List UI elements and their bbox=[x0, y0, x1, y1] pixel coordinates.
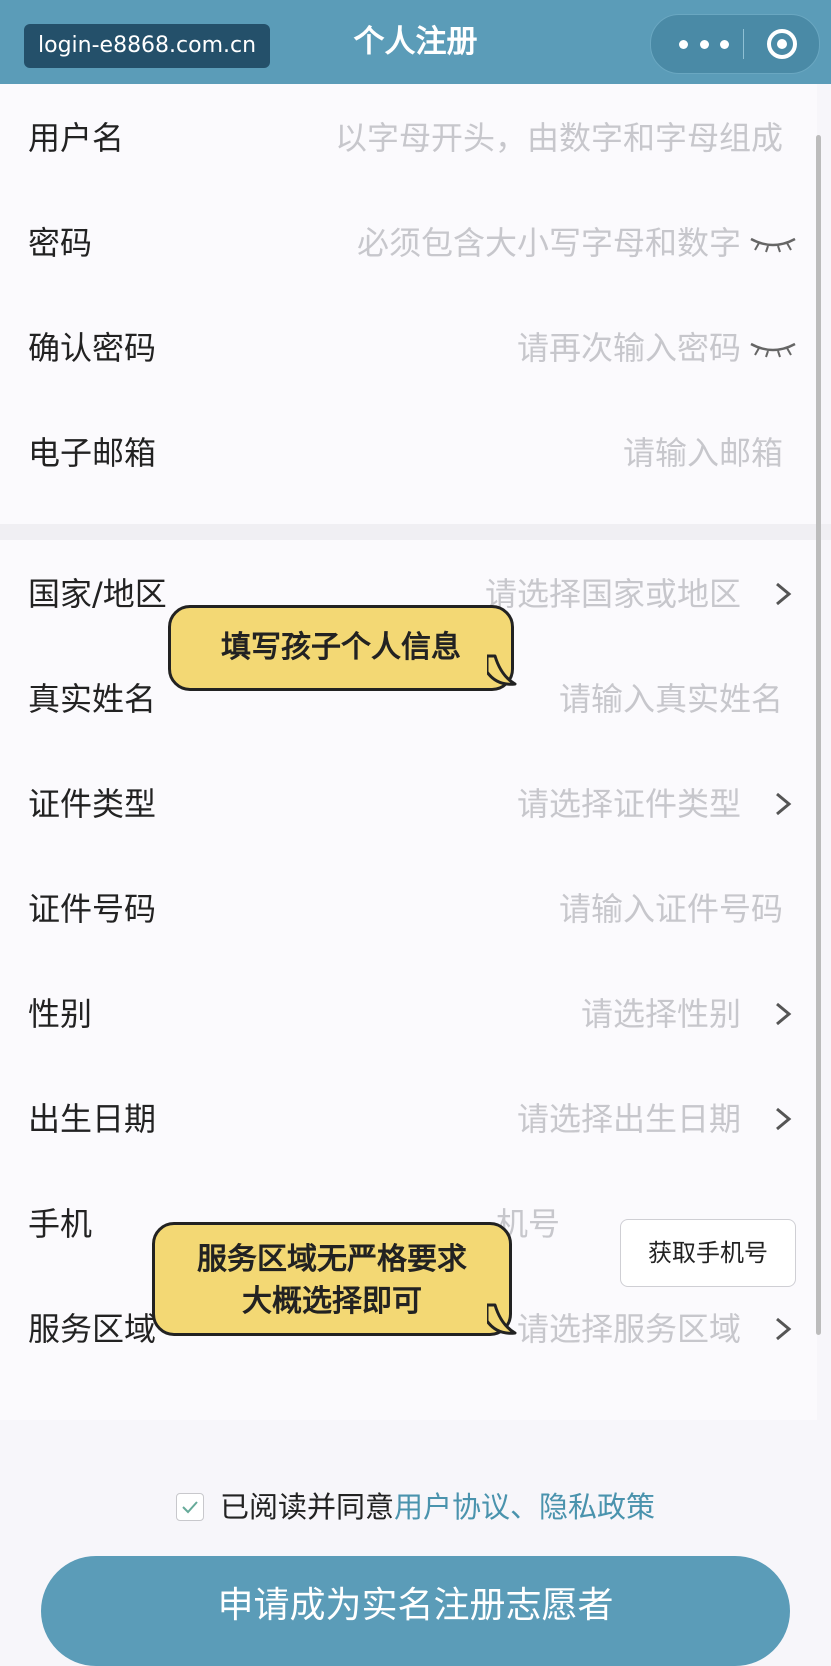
chevron-right-icon bbox=[776, 792, 792, 816]
service-area-select[interactable]: 请选择服务区域 bbox=[517, 1305, 741, 1353]
username-input[interactable]: 以字母开头，由数字和字母组成 bbox=[335, 114, 783, 162]
email-row[interactable]: 电子邮箱 请输入邮箱 bbox=[0, 399, 817, 507]
close-target-icon[interactable] bbox=[765, 27, 799, 61]
country-label: 国家/地区 bbox=[28, 575, 167, 613]
chevron-right-icon bbox=[776, 1107, 792, 1131]
capsule-divider bbox=[743, 29, 744, 59]
annotation-bubble: 服务区域无严格要求 大概选择即可 bbox=[152, 1222, 517, 1336]
chevron-right-icon bbox=[776, 582, 792, 606]
mini-program-capsule bbox=[650, 14, 820, 74]
agreement-link[interactable]: 用户协议、隐私政策 bbox=[394, 1490, 655, 1524]
birth-date-row[interactable]: 出生日期 请选择出生日期 bbox=[0, 1065, 817, 1173]
birth-date-select[interactable]: 请选择出生日期 bbox=[517, 1095, 741, 1143]
annotation-bubble: 填写孩子个人信息 bbox=[168, 605, 517, 691]
service-area-label: 服务区域 bbox=[28, 1310, 157, 1348]
section-gap bbox=[0, 524, 831, 540]
get-phone-number-button[interactable]: 获取手机号 bbox=[620, 1219, 796, 1287]
check-icon bbox=[182, 1501, 198, 1514]
real-name-label: 真实姓名 bbox=[28, 680, 157, 718]
confirm-password-row[interactable]: 确认密码 请再次输入密码 bbox=[0, 294, 817, 402]
confirm-password-input[interactable]: 请再次输入密码 bbox=[517, 324, 741, 372]
email-label: 电子邮箱 bbox=[28, 434, 157, 472]
chevron-right-icon bbox=[776, 1317, 792, 1341]
password-row[interactable]: 密码 必须包含大小写字母和数字 bbox=[0, 189, 817, 297]
email-input[interactable]: 请输入邮箱 bbox=[623, 429, 783, 477]
eye-closed-icon[interactable] bbox=[749, 338, 797, 358]
submit-button[interactable]: 申请成为实名注册志愿者 bbox=[41, 1556, 790, 1666]
eye-closed-icon[interactable] bbox=[749, 233, 797, 253]
bubble-tail bbox=[487, 1303, 517, 1335]
country-select[interactable]: 请选择国家或地区 bbox=[485, 570, 741, 618]
username-row[interactable]: 用户名 以字母开头，由数字和字母组成 bbox=[0, 84, 817, 192]
agreement-checkbox[interactable] bbox=[175, 1493, 204, 1521]
birth-date-label: 出生日期 bbox=[28, 1100, 157, 1138]
id-type-row[interactable]: 证件类型 请选择证件类型 bbox=[0, 750, 817, 858]
account-section: 用户名 以字母开头，由数字和字母组成 密码 必须包含大小写字母和数字 确认密码 … bbox=[0, 84, 817, 524]
scrollbar[interactable] bbox=[816, 135, 821, 1335]
chevron-right-icon bbox=[776, 1002, 792, 1026]
id-number-input[interactable]: 请输入证件号码 bbox=[559, 885, 783, 933]
gender-label: 性别 bbox=[28, 995, 93, 1033]
id-number-row[interactable]: 证件号码 请输入证件号码 bbox=[0, 855, 817, 963]
agreement-row: 已阅读并同意用户协议、隐私政策 bbox=[0, 1480, 831, 1530]
more-icon[interactable] bbox=[679, 15, 729, 73]
annotation-text: 大概选择即可 bbox=[242, 1284, 422, 1319]
confirm-password-label: 确认密码 bbox=[28, 329, 157, 367]
phone-label: 手机 bbox=[28, 1205, 93, 1243]
gender-row[interactable]: 性别 请选择性别 bbox=[0, 960, 817, 1068]
annotation-text: 服务区域无严格要求 bbox=[197, 1242, 467, 1277]
password-label: 密码 bbox=[28, 224, 93, 262]
real-name-input[interactable]: 请输入真实姓名 bbox=[559, 675, 783, 723]
gender-select[interactable]: 请选择性别 bbox=[581, 990, 741, 1038]
username-label: 用户名 bbox=[28, 119, 125, 157]
id-type-label: 证件类型 bbox=[28, 785, 157, 823]
id-number-label: 证件号码 bbox=[28, 890, 157, 928]
annotation-text: 填写孩子个人信息 bbox=[221, 630, 461, 665]
agreement-text: 已阅读并同意 bbox=[219, 1490, 394, 1524]
id-type-select[interactable]: 请选择证件类型 bbox=[517, 780, 741, 828]
nav-bar: login-e8868.com.cn 个人注册 bbox=[0, 0, 831, 84]
password-input[interactable]: 必须包含大小写字母和数字 bbox=[357, 219, 741, 267]
bubble-tail bbox=[487, 654, 517, 686]
